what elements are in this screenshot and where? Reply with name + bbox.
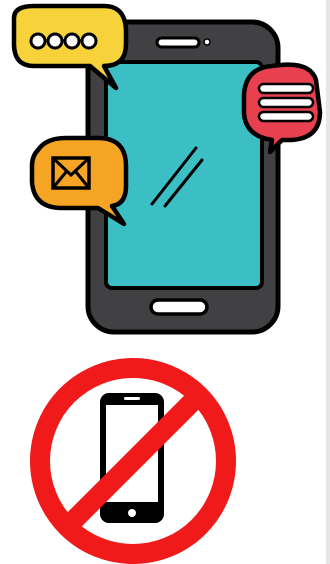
phone-speaker	[155, 36, 201, 49]
envelope-bubble-icon	[29, 135, 129, 227]
phone-home-button	[149, 298, 209, 316]
phone-screen	[104, 60, 264, 290]
phone-camera	[203, 38, 211, 46]
illustration-canvas	[11, 3, 323, 564]
no-phone-prohibition-icon	[30, 358, 236, 564]
typing-dots-bubble-icon	[11, 3, 129, 91]
